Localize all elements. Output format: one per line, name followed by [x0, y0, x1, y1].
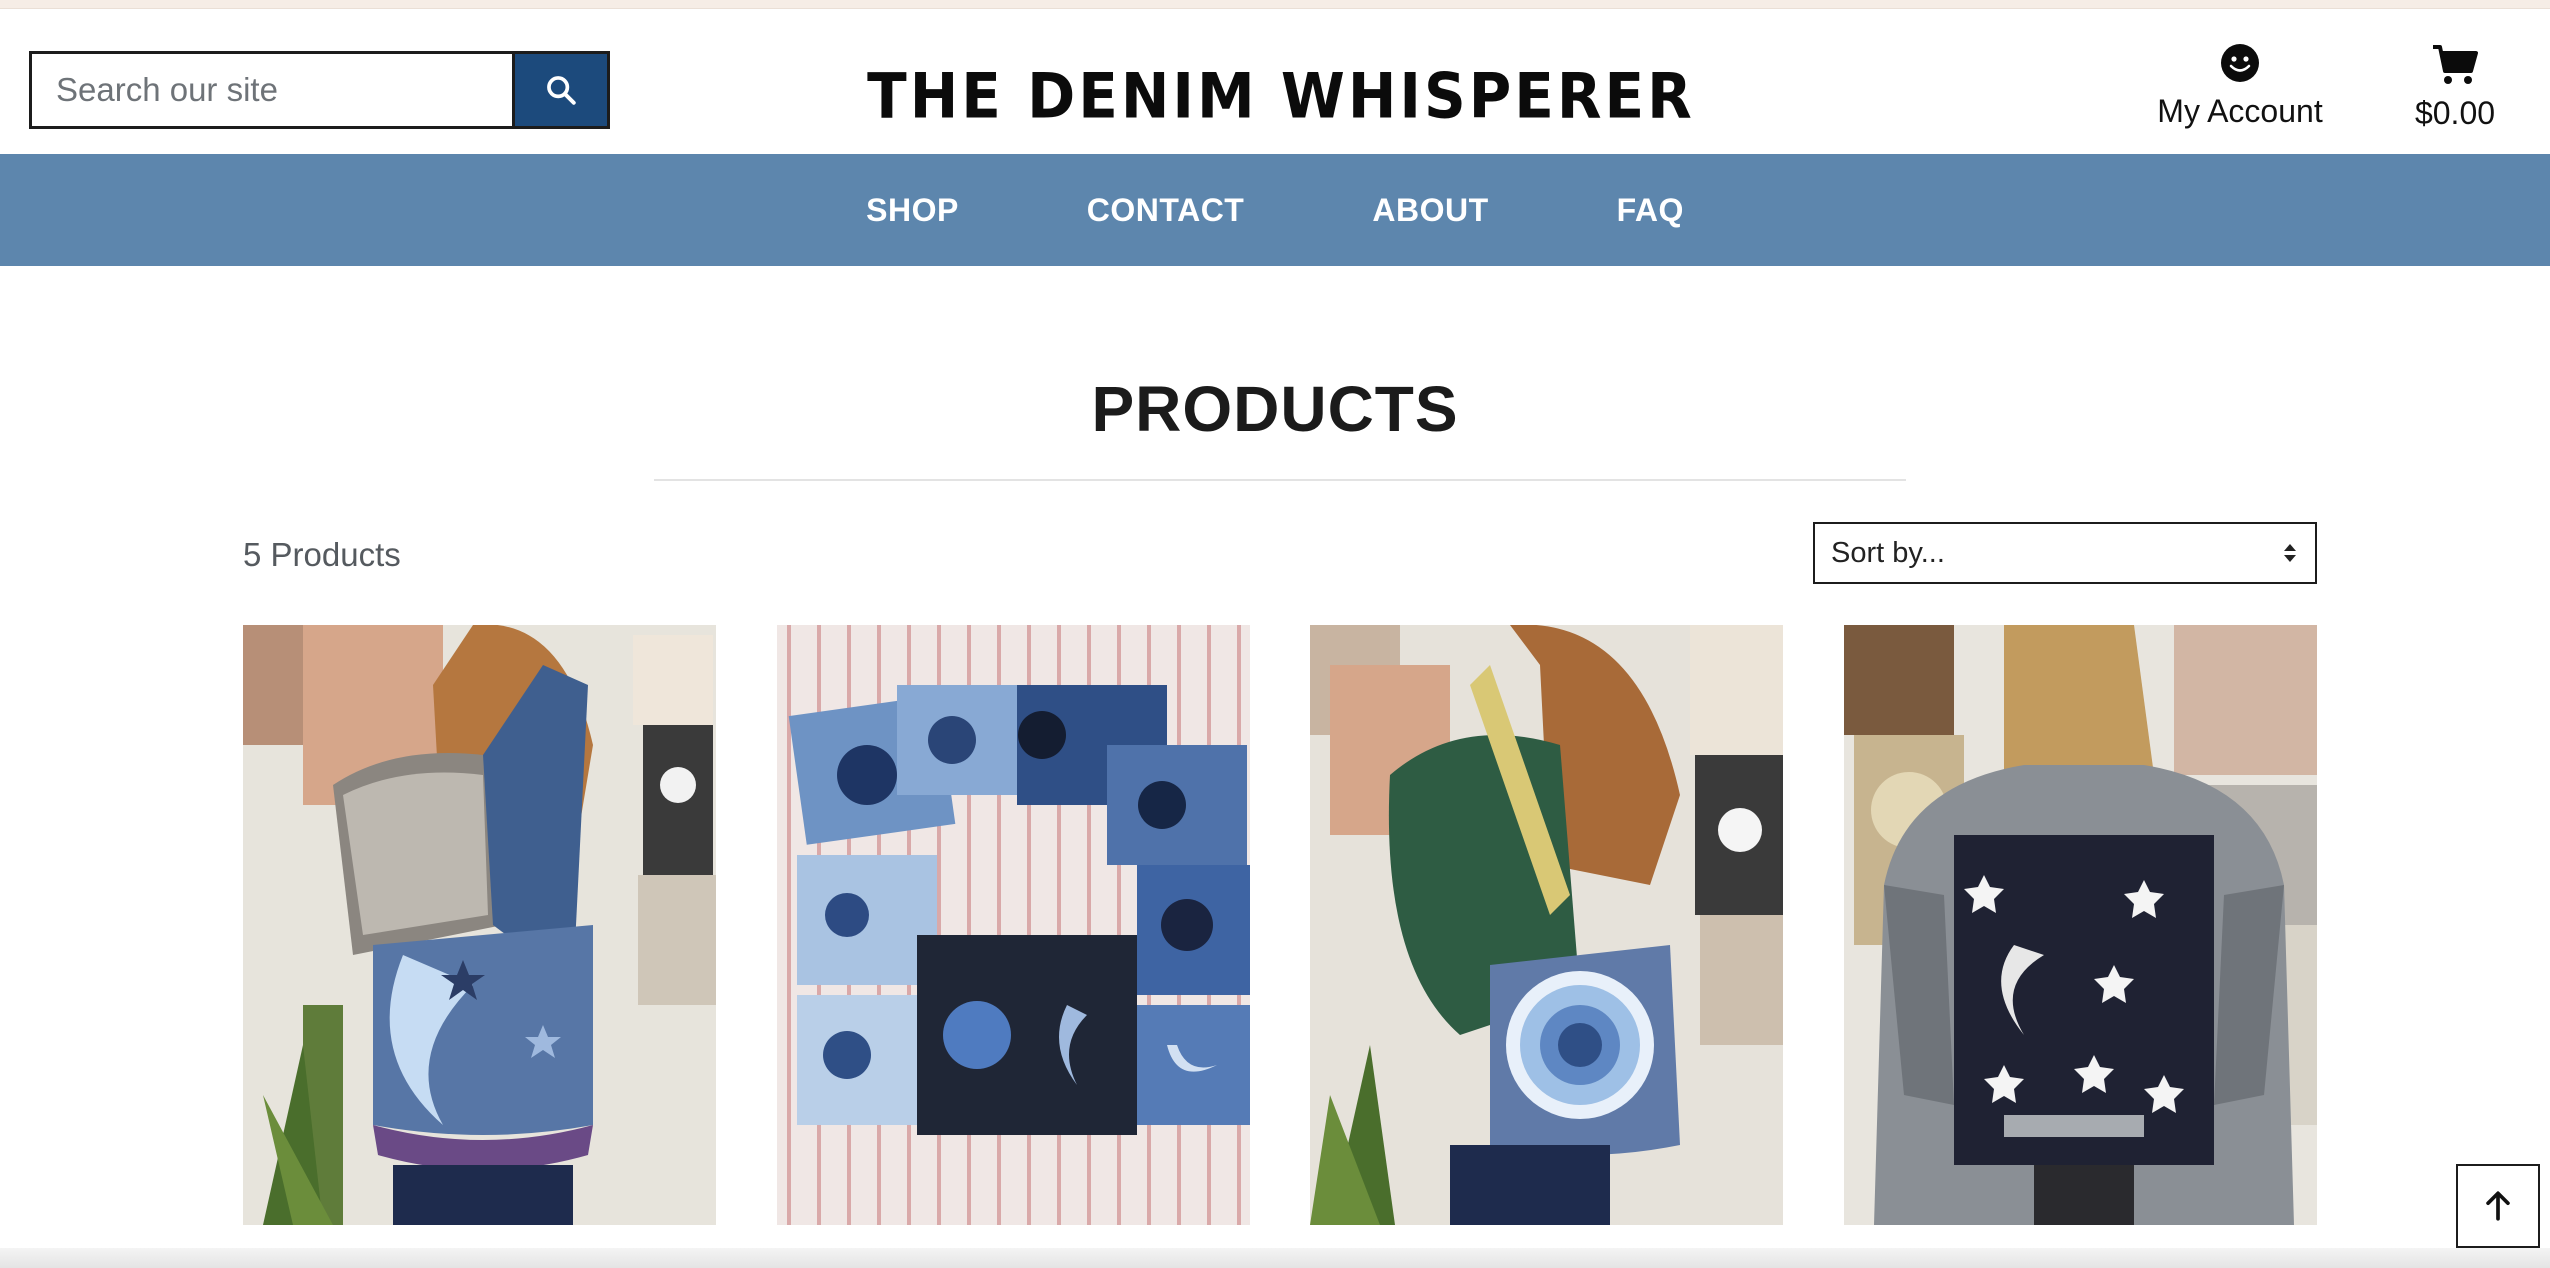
main-nav: SHOP CONTACT ABOUT FAQ [0, 154, 2550, 266]
search-form [29, 51, 610, 129]
product-image [243, 625, 716, 1225]
nav-item-faq[interactable]: FAQ [1617, 192, 1684, 229]
select-arrows-icon [2284, 544, 2296, 562]
product-image [1310, 625, 1783, 1225]
product-image [777, 625, 1250, 1225]
top-strip [0, 0, 2550, 9]
nav-item-shop[interactable]: SHOP [866, 192, 959, 229]
site-logo[interactable]: THE DENIM WHISPERER [867, 51, 1692, 141]
cart-link[interactable]: $0.00 [2400, 43, 2510, 143]
cart-total: $0.00 [2414, 95, 2496, 131]
page-title: PRODUCTS [1091, 373, 1459, 445]
product-card-moon-jacket[interactable] [1844, 625, 2317, 1225]
sort-select[interactable]: Sort by... [1813, 522, 2317, 584]
logo-text: THE DENIM WHISPERER [867, 59, 1695, 133]
nav-item-contact[interactable]: CONTACT [1087, 192, 1245, 229]
product-count: 5 Products [243, 536, 401, 573]
search-button[interactable] [512, 51, 610, 129]
my-account-link[interactable]: My Account [2142, 43, 2338, 143]
site-header: THE DENIM WHISPERER My Account $0.00 [0, 9, 2550, 154]
product-card-sun-tote[interactable] [1310, 625, 1783, 1225]
user-smiley-icon [2221, 44, 2259, 82]
product-card-moon-tote[interactable] [243, 625, 716, 1225]
nav-item-about[interactable]: ABOUT [1372, 192, 1488, 229]
bottom-edge [0, 1248, 2550, 1268]
search-input[interactable] [29, 51, 512, 129]
title-divider [654, 479, 1906, 481]
product-grid [243, 625, 2317, 1225]
back-to-top-button[interactable] [2456, 1164, 2540, 1248]
cart-icon [2433, 45, 2478, 84]
product-image [1844, 625, 2317, 1225]
search-icon [547, 76, 576, 105]
arrow-up-icon [2486, 1191, 2510, 1221]
product-card-sun-shorts[interactable] [777, 625, 1250, 1225]
my-account-label: My Account [2157, 93, 2323, 129]
sort-selected-value: Sort by... [1831, 536, 1945, 569]
